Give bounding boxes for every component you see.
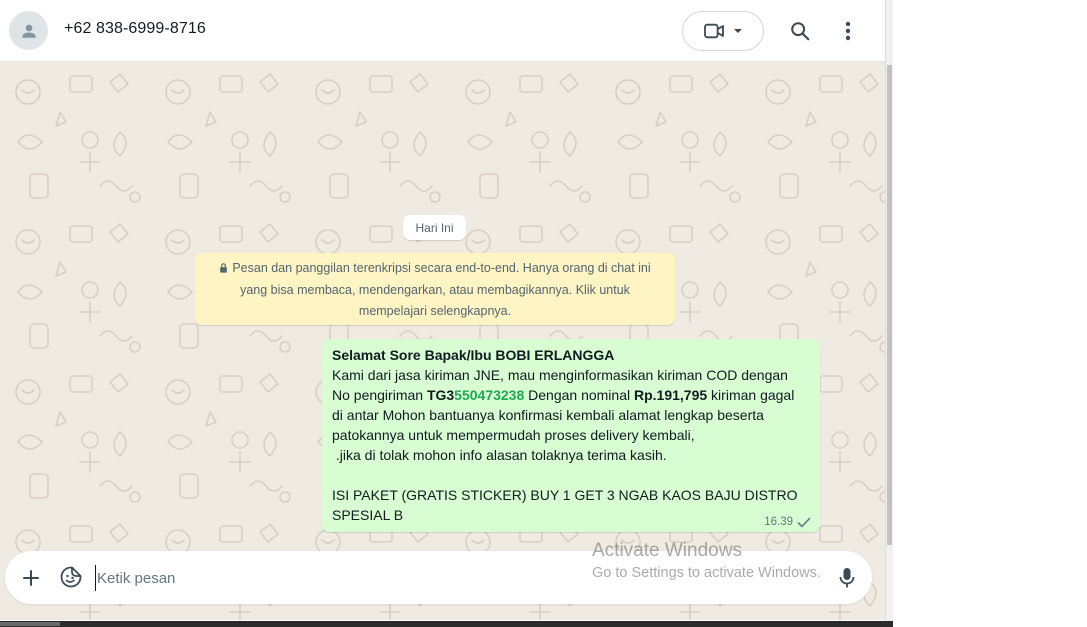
message-line: ISI PAKET (GRATIS STICKER) BUY 1 GET 3 N… <box>332 487 798 503</box>
sticker-button[interactable] <box>58 564 84 590</box>
message-line-tracking: No pengiriman TG3550473238 Dengan nomina… <box>332 387 795 403</box>
lock-icon <box>219 259 228 280</box>
message-line: SPESIAL B <box>332 507 404 523</box>
message-text: Selamat Sore Bapak/Ibu BOBI ERLANGGA Kam… <box>332 345 810 525</box>
message-composer <box>5 551 872 604</box>
sticker-icon <box>60 566 82 588</box>
horizontal-scrollbar[interactable] <box>0 621 893 627</box>
message-meta: 16.39 <box>764 516 811 528</box>
chat-scrollbar[interactable] <box>885 0 893 627</box>
message-input[interactable] <box>95 565 615 591</box>
microphone-icon <box>839 568 855 588</box>
message-line: Kami dari jasa kiriman JNE, mau menginfo… <box>332 367 788 383</box>
chat-pane: +62 838-6999-8716 Hari Ini Pesan dan pan… <box>0 0 885 620</box>
message-line: .jika di tolak mohon info alasan tolakny… <box>332 447 667 463</box>
horizontal-scrollbar-thumb[interactable] <box>0 622 60 626</box>
contact-name[interactable]: +62 838-6999-8716 <box>64 20 206 38</box>
search-button[interactable] <box>782 13 818 49</box>
video-call-button[interactable] <box>682 11 764 51</box>
check-icon <box>797 517 811 527</box>
chevron-down-icon <box>734 29 742 33</box>
chat-header: +62 838-6999-8716 <box>0 0 885 62</box>
plus-icon <box>23 570 39 586</box>
video-camera-icon <box>704 23 724 39</box>
tracking-number-link[interactable]: 550473238 <box>454 387 524 403</box>
more-vertical-icon <box>845 21 851 41</box>
person-icon <box>21 24 36 38</box>
search-icon <box>791 22 810 41</box>
message-line: di antar Mohon bantuanya konfirmasi kemb… <box>332 407 764 423</box>
menu-button[interactable] <box>830 13 866 49</box>
encryption-notice-text: Pesan dan panggilan terenkripsi secara e… <box>232 261 651 318</box>
cod-amount: Rp.191,795 <box>634 387 708 403</box>
scrollbar-thumb[interactable] <box>887 65 892 545</box>
message-greeting: Selamat Sore Bapak/Ibu BOBI ERLANGGA <box>332 347 615 363</box>
attach-button[interactable] <box>18 565 44 591</box>
encryption-notice[interactable]: Pesan dan panggilan terenkripsi secara e… <box>195 253 675 325</box>
message-time: 16.39 <box>764 516 793 528</box>
whatsapp-window: +62 838-6999-8716 Hari Ini Pesan dan pan… <box>0 0 1087 627</box>
voice-message-button[interactable] <box>834 565 860 591</box>
outgoing-message[interactable]: Selamat Sore Bapak/Ibu BOBI ERLANGGA Kam… <box>322 339 820 532</box>
message-line: patokannya untuk mempermudah proses deli… <box>332 427 695 443</box>
blank-area <box>893 0 1087 627</box>
avatar[interactable] <box>9 11 48 50</box>
date-separator: Hari Ini <box>403 215 466 240</box>
tracking-prefix: TG3 <box>426 387 455 403</box>
